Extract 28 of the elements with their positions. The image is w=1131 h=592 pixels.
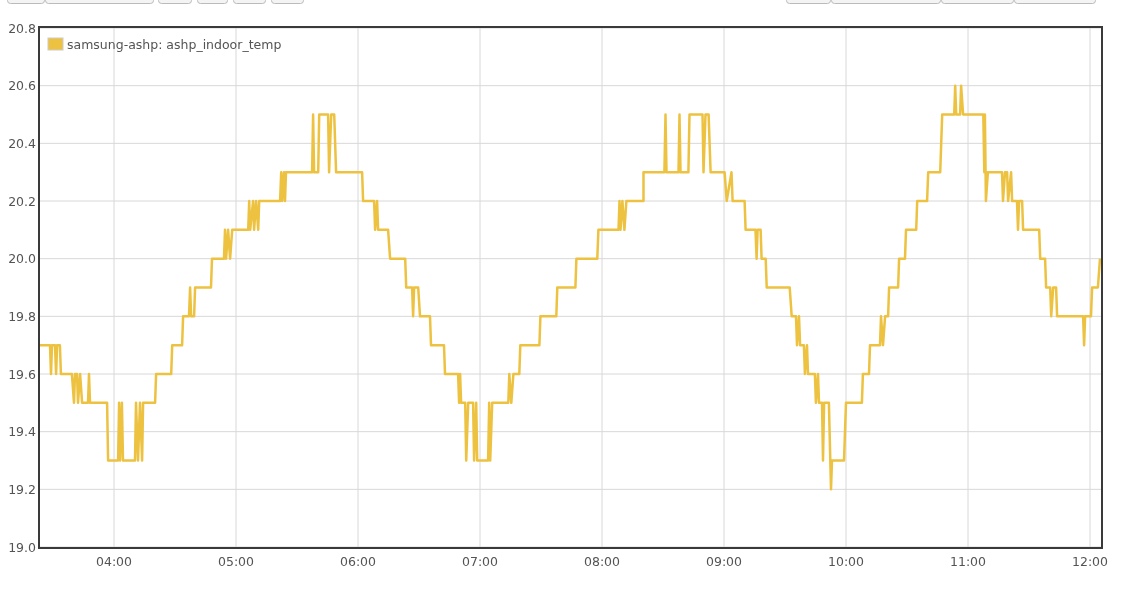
x-tick-label: 08:00 — [584, 554, 621, 569]
x-tick-label: 09:00 — [706, 554, 743, 569]
toolbar-button[interactable] — [271, 0, 304, 4]
x-tick-label: 05:00 — [218, 554, 255, 569]
y-tick-label: 19.4 — [8, 424, 36, 440]
toolbar-button[interactable] — [197, 0, 228, 4]
y-tick-label: 20.4 — [8, 135, 36, 151]
x-tick-label: 06:00 — [340, 554, 377, 569]
x-tick-label: 11:00 — [950, 554, 987, 569]
toolbar-button[interactable] — [158, 0, 192, 4]
toolbar-button[interactable] — [7, 0, 45, 4]
x-tick-label: 12:00 — [1072, 554, 1109, 569]
y-tick-label: 19.6 — [8, 366, 36, 382]
y-tick-label: 20.8 — [8, 20, 36, 36]
toolbar-button[interactable] — [941, 0, 1014, 4]
y-tick-label: 20.0 — [8, 251, 36, 267]
y-tick-label: 19.0 — [8, 539, 36, 555]
y-tick-label: 19.8 — [8, 308, 36, 324]
y-tick-label: 20.2 — [8, 193, 36, 209]
toolbar-button[interactable] — [1014, 0, 1096, 4]
y-tick-label: 20.6 — [8, 78, 36, 94]
x-tick-label: 10:00 — [828, 554, 865, 569]
x-tick-label: 07:00 — [462, 554, 499, 569]
legend-label: samsung-ashp: ashp_indoor_temp — [67, 36, 282, 52]
x-tick-label: 04:00 — [96, 554, 133, 569]
toolbar-button[interactable] — [786, 0, 831, 4]
toolbar-button[interactable] — [233, 0, 266, 4]
y-tick-label: 19.2 — [8, 481, 36, 497]
